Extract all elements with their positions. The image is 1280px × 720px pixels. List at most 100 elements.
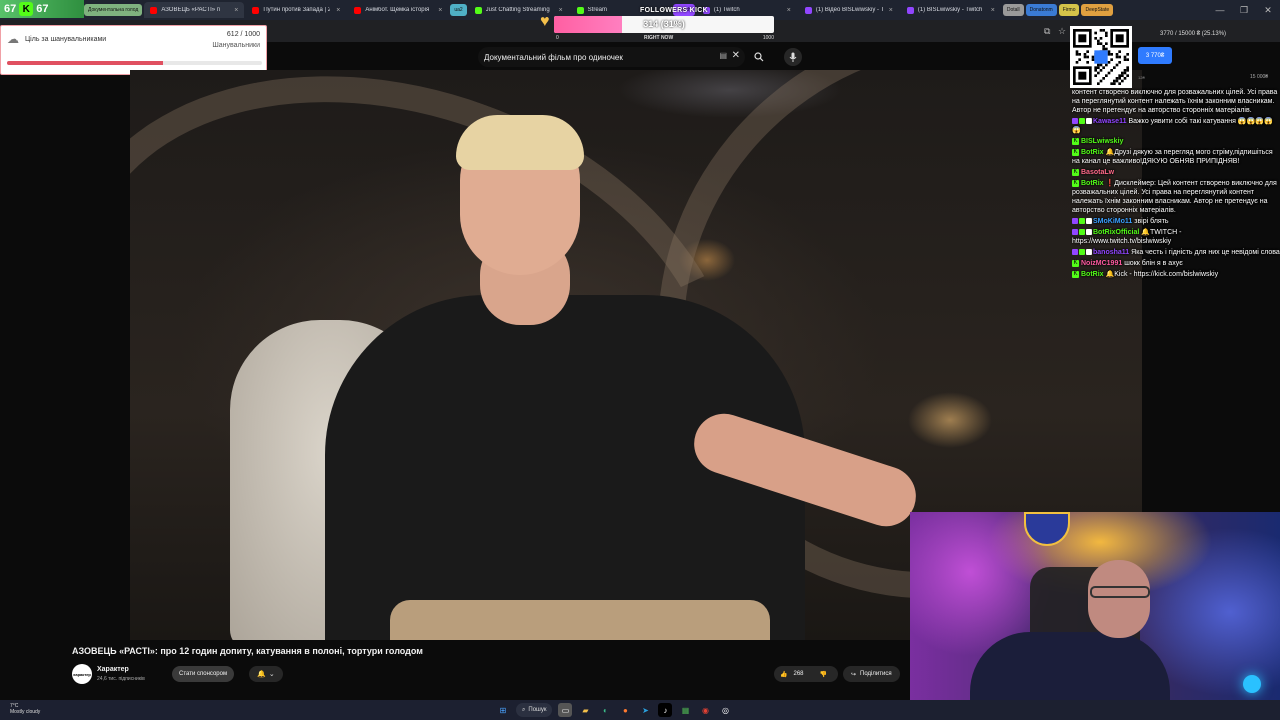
like-count: 268 [793,671,804,677]
donation-goal-badge: 3 770₴ [1138,47,1172,64]
followers-goal-overlay: ♥ FOLLOWERS KICK 314 (31%) 0 RIGHT NOW 1… [540,3,780,41]
taskbar-search[interactable]: ⌕ Пошук [516,703,553,717]
chat-message: K NoizMC1991 шокк блін я в ахує [1068,259,1280,268]
firefox-icon[interactable]: ● [618,703,632,717]
task-view-icon[interactable]: ▭ [558,703,573,717]
clear-search-icon[interactable]: ✕ [732,50,740,61]
chat-badge-icon [1079,218,1085,225]
browser-tab[interactable]: Анімбот. Щемка історія × [348,2,448,18]
browser-tab[interactable]: (1) BISLwiwskiy - Twitch × [901,2,1001,18]
restore-icon[interactable]: ❐ [1232,0,1256,20]
bookmark-pill[interactable]: Dotall [1002,4,1024,16]
chat-badge-icon [1072,249,1078,256]
extensions-icon[interactable]: ⧉ [1044,26,1050,37]
close-tab-icon[interactable]: × [438,7,442,14]
edge-icon[interactable]: ◐ [598,703,612,717]
chat-nick: BotRixOfficial [1093,229,1140,236]
share-label: Поділитися [860,671,892,677]
store-icon[interactable]: ▦ [678,703,692,717]
bell-icon: 🔔 [257,671,266,678]
bookmark-pill[interactable]: Firmo [1058,4,1080,16]
chat-nick: BotRix [1081,271,1104,278]
wall-emblem [1024,512,1070,546]
close-tab-icon[interactable]: × [991,7,995,14]
close-tab-icon[interactable]: × [889,7,893,14]
sponsor-button[interactable]: Стати спонсором [172,666,235,682]
weather-widget[interactable]: 7°C Mostly cloudy [10,703,40,715]
followers-goal-min: 0 [556,35,559,41]
minimize-icon[interactable]: — [1208,0,1232,20]
search-button[interactable] [750,48,768,66]
kick-logo-icon: K [19,2,34,16]
taskbar-apps: ⊞ ⌕ Пошук ▭ ▰ ◐ ● ➤ ♪ ▦ ◉ ◎ [496,700,732,720]
share-button[interactable]: ↪ Поділитися [843,666,900,682]
channel-avatar[interactable]: характер [72,664,92,684]
chat-nick: NoizMC1991 [1081,260,1123,267]
followers-goal-title: FOLLOWERS KICK [640,7,708,14]
youtube-search-input[interactable]: Документальний фільм про одиночек ▤ ✕ [478,47,745,67]
chat-text: звірі блять [1134,218,1169,225]
streamer-head [1088,560,1150,638]
bookmark-pill[interactable]: Donatonm [1025,4,1057,16]
dislike-icon[interactable]: 👎 [820,671,827,678]
chat-nick: banosha11 [1093,249,1130,256]
bookmark-star-icon[interactable]: ☆ [1058,26,1066,37]
close-tab-icon[interactable]: × [787,7,791,14]
tiktok-icon[interactable]: ♪ [658,703,673,717]
browser-tab[interactable]: (1) Відео BISLwiwskiy - Tw × [799,2,899,18]
obs-icon[interactable]: ◎ [718,703,732,717]
like-dislike-control[interactable]: 👍 268 👎 [774,666,838,682]
tab-favicon-icon [474,6,482,14]
kick-badge-icon: K [1072,179,1079,187]
tab-favicon-icon [906,6,914,14]
search-query: Документальний фільм про одиночек [484,52,623,62]
chat-message: SMoKiMo11 звірі блять [1068,217,1280,226]
chat-badge-icon [1086,229,1092,236]
channel-name[interactable]: Характер [97,666,129,673]
windows-start-icon[interactable]: ⊞ [496,703,510,717]
chat-nick: SMoKiMo11 [1093,218,1133,225]
webcam-feed [910,512,1280,700]
like-icon[interactable]: 👍 [780,671,787,678]
close-tab-icon[interactable]: × [234,7,238,14]
notification-bell-button[interactable]: 🔔 ⌄ [249,666,283,682]
counter-right-value: 67 [36,3,49,15]
chat-badge-icon [1079,229,1085,236]
screen: Документальна голод АЗОВЕЦЬ «РАСТІ» п × Пут… [0,0,1280,720]
telegram-icon[interactable]: ➤ [638,703,652,717]
chat-overlay: контент створено виключно для розважальн… [1068,88,1280,368]
close-window-icon[interactable]: ✕ [1256,0,1280,20]
file-explorer-icon[interactable]: ▰ [578,703,592,717]
chat-text: Яка честь і гідність для них це невідомі… [1131,249,1280,256]
taskbar-search-label: Пошук [528,707,547,713]
supporter-goal-label: Ціль за шанувальниками [25,36,107,43]
chat-message: K BISLwiwskiy [1068,137,1280,146]
chat-badge-icon [1086,218,1092,225]
bookmark-pill[interactable]: Документальна голод [84,4,143,16]
streamer-body [970,632,1170,700]
voice-search-button[interactable] [784,48,802,66]
supporter-goal-sub: Шанувальники [212,42,260,49]
qr-code-icon [1073,29,1129,85]
bookmark-pill[interactable]: ua2 [450,4,467,16]
chat-text: шокк блін я в ахує [1124,260,1183,267]
chat-text: контент створено виключно для розважальн… [1072,89,1278,114]
chat-nick: BotRix [1081,180,1104,187]
chat-message: K BasotaLw [1068,168,1280,177]
tab-label: АЗОВЕЦЬ «РАСТІ» п [161,7,221,13]
supporter-progress-bar [7,61,262,65]
tab-favicon-icon [804,6,812,14]
microphone-icon [789,52,797,62]
keyboard-icon[interactable]: ▤ [719,51,727,60]
browser-tab[interactable]: АЗОВЕЦЬ «РАСТІ» п × [144,2,245,18]
streamer-glasses [1090,586,1150,598]
close-tab-icon[interactable]: × [336,7,340,14]
kick-badge-icon: K [1072,148,1079,156]
browser-tab[interactable]: Путин против Запада | 2 × [246,2,346,18]
tab-label: Анімбот. Щемка історія [365,7,430,13]
chat-badge-icon [1086,249,1092,256]
bookmark-pill[interactable]: DeepState [1081,4,1114,16]
chevron-down-icon: ⌄ [268,671,275,678]
chat-text: 🔔Kick - https://kick.com/bislwiwskiy [1105,271,1219,278]
chrome-icon[interactable]: ◉ [698,703,712,717]
